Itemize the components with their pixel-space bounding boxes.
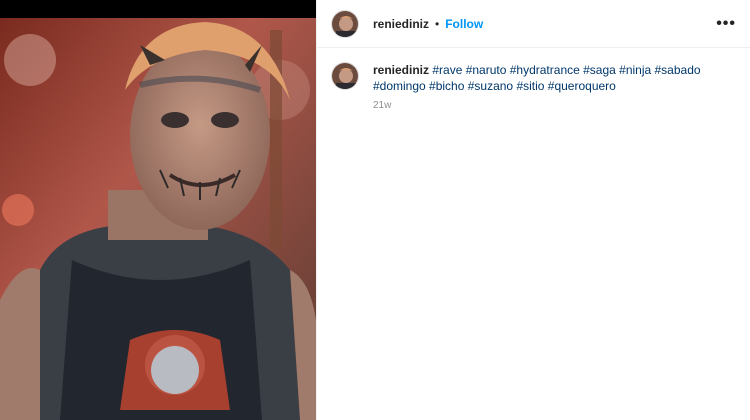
caption-text: reniediniz #rave #naruto #hydratrance #s… bbox=[373, 62, 723, 94]
caption-username[interactable]: reniediniz bbox=[373, 63, 429, 77]
separator-dot: • bbox=[435, 16, 440, 31]
avatar[interactable] bbox=[331, 9, 359, 38]
post-timestamp[interactable]: 21w bbox=[373, 100, 750, 111]
caption-comment: reniediniz #rave #naruto #hydratrance #s… bbox=[317, 48, 750, 94]
caption-avatar[interactable] bbox=[331, 62, 359, 90]
post-sidebar: reniediniz • Follow ••• reniediniz #rave… bbox=[316, 0, 750, 420]
post-header: reniediniz • Follow ••• bbox=[317, 0, 750, 48]
more-options-icon[interactable]: ••• bbox=[716, 15, 736, 32]
post-photo[interactable] bbox=[0, 0, 316, 420]
header-username[interactable]: reniediniz bbox=[373, 17, 429, 31]
follow-button[interactable]: Follow bbox=[445, 17, 483, 31]
